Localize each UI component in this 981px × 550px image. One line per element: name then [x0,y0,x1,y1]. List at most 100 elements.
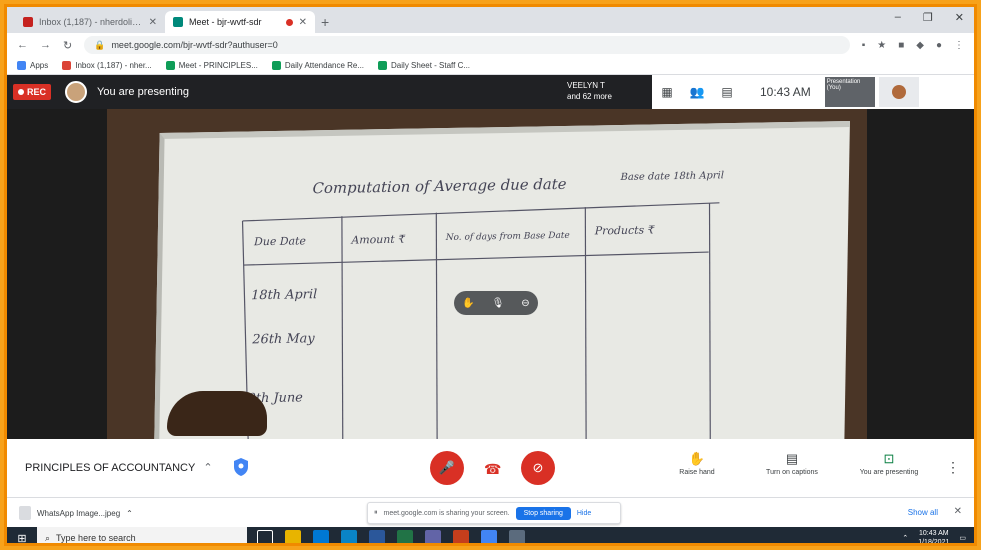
teams-icon[interactable] [425,530,441,543]
shield-icon[interactable] [233,457,249,477]
presenter-hand [167,391,267,436]
meet-top-bar: REC You are presenting VEELYN T and 62 m… [7,75,974,109]
mic-off-button[interactable]: 🎤 [430,451,464,485]
bookmark-label: Apps [30,61,49,70]
close-tab-icon[interactable]: ✕ [299,17,307,28]
browser-toolbar: ← → ↻ 🔒 meet.google.com/bjr-wvtf-sdr?aut… [7,33,974,57]
tab-strip: Inbox (1,187) - nherdolia@stu... ✕ Meet … [7,7,974,33]
meeting-title: PRINCIPLES OF ACCOUNTANCY [25,462,196,474]
system-tray: ⌃ 10:43 AM 1/18/2021 ▭ [902,527,966,543]
url-text: meet.google.com/bjr-wvtf-sdr?authuser=0 [111,40,278,50]
bookmark-meet[interactable]: Meet - PRINCIPLES... [165,61,258,70]
profile-icon[interactable]: ● [936,40,942,51]
taskbar-clock[interactable]: 10:43 AM 1/18/2021 [918,529,949,543]
chat-icon[interactable]: ▤ [712,85,742,99]
search-icon: ⌕ [45,532,51,543]
bookmark-inbox[interactable]: Inbox (1,187) - nher... [62,61,152,70]
meeting-clock: 10:43 AM [760,85,811,99]
windows-taskbar: ⊞ ⌕ Type here to search ⌃ 10:43 AM 1/18/… [7,527,974,544]
excel-icon[interactable] [397,530,413,543]
meet-icon [165,61,175,70]
store-icon[interactable] [313,530,329,543]
stop-sharing-button[interactable]: Stop sharing [515,506,571,520]
toolbar-actions: ▪ ★ ■ ◆ ● ⋮ [862,40,964,51]
chevron-up-icon[interactable]: ⌃ [126,509,133,518]
hide-button[interactable]: Hide [577,510,591,517]
close-icon[interactable]: ✕ [954,506,962,517]
hand-icon[interactable]: ✋ [462,298,474,309]
column-header: Due Date [253,234,306,248]
meet-top-right: ▦ 👥 ▤ 10:43 AM Presentation (You) [652,75,974,109]
download-item[interactable]: WhatsApp Image...jpeg ⌃ [19,506,133,520]
viewer-name: VEELYN T [567,81,605,90]
meet-controls: PRINCIPLES OF ACCOUNTANCY ⌃ 🎤 ☎ ⊘ ✋ Raise … [7,439,974,497]
file-explorer-icon[interactable] [285,530,301,543]
camera-icon[interactable]: ▪ [862,40,866,51]
control-label: Raise hand [679,469,715,476]
address-bar[interactable]: 🔒 meet.google.com/bjr-wvtf-sdr?authuser=… [84,36,850,54]
raise-hand-button[interactable]: ✋ Raise hand [657,451,737,476]
chrome-icon[interactable] [481,530,497,543]
bookmark-daily-sheet[interactable]: Daily Sheet - Staff C... [378,61,470,70]
bookmark-attendance[interactable]: Daily Attendance Re... [271,61,364,70]
taskbar-apps [257,530,525,543]
new-tab-button[interactable]: + [321,14,329,30]
shared-screen-video: Computation of Average due date Base dat… [7,109,974,439]
window-controls: – ❐ ✕ [895,11,964,24]
whiteboard-title: Computation of Average due date [312,176,566,197]
notification-icon[interactable]: ▭ [959,534,966,542]
tab-title: Meet - bjr-wvtf-sdr [189,17,262,27]
chevron-up-icon: ⌃ [203,462,213,474]
word-icon[interactable] [369,530,385,543]
chevron-up-icon[interactable]: ⌃ [902,534,908,542]
app-icon[interactable] [509,530,525,543]
lock-icon: 🔒 [94,39,106,50]
close-tab-icon[interactable]: ✕ [149,17,157,28]
bookmarks-bar: Apps Inbox (1,187) - nher... Meet - PRIN… [7,57,974,75]
maximize-button[interactable]: ❐ [923,11,933,24]
people-icon[interactable]: 👥 [682,85,712,99]
taskbar-search[interactable]: ⌕ Type here to search [37,527,247,543]
bookmark-apps[interactable]: Apps [17,61,48,70]
sheets-icon [271,61,281,70]
camera-off-button[interactable]: ⊘ [521,451,555,485]
tab-inbox[interactable]: Inbox (1,187) - nherdolia@stu... ✕ [15,11,165,33]
mic-icon[interactable]: 🎙 [492,298,505,309]
extension-icon[interactable]: ■ [898,40,904,51]
more-options-icon[interactable]: ⋮ [946,459,960,476]
task-view-icon[interactable] [257,530,273,543]
column-header: Amount ₹ [350,233,406,247]
edge-icon[interactable] [341,530,357,543]
layout-icon[interactable]: ▦ [652,85,682,99]
camera-off-icon: ⊘ [532,460,544,475]
apps-icon [17,61,26,70]
windows-start-icon[interactable]: ⊞ [7,532,37,544]
clock-time: 10:43 AM [919,530,949,537]
reload-icon[interactable]: ↻ [63,39,72,52]
hang-up-button[interactable]: ☎ [484,461,501,478]
minimize-button[interactable]: – [895,11,901,24]
forward-icon[interactable]: → [40,39,51,51]
column-header: Products ₹ [594,223,656,237]
image-file-icon [19,506,31,520]
tab-meet[interactable]: Meet - bjr-wvtf-sdr ✕ [165,11,315,33]
powerpoint-icon[interactable] [453,530,469,543]
back-icon[interactable]: ← [17,39,28,51]
close-window-button[interactable]: ✕ [955,11,964,24]
corner-note: Base date 18th April [619,170,724,183]
sharing-text: meet.google.com is sharing your screen. [383,509,510,517]
tab-title: Inbox (1,187) - nherdolia@stu... [39,17,143,27]
self-view-thumbnail[interactable] [878,77,919,107]
pause-icon: ⏸ [374,509,378,516]
show-all-link[interactable]: Show all [908,508,938,517]
menu-icon[interactable]: ⋮ [954,40,964,51]
recording-badge: REC [13,84,52,100]
captions-button[interactable]: ▤ Turn on captions [752,451,832,476]
presenting-banner: You are presenting [97,86,189,98]
puzzle-icon[interactable]: ◆ [916,40,924,51]
presentation-thumbnail[interactable]: Presentation (You) [824,77,875,107]
presenting-button[interactable]: ⊡ You are presenting [849,451,929,476]
star-icon[interactable]: ★ [877,40,886,51]
close-circle-icon[interactable]: ⊖ [521,298,529,309]
meeting-details[interactable]: PRINCIPLES OF ACCOUNTANCY ⌃ [25,461,213,474]
